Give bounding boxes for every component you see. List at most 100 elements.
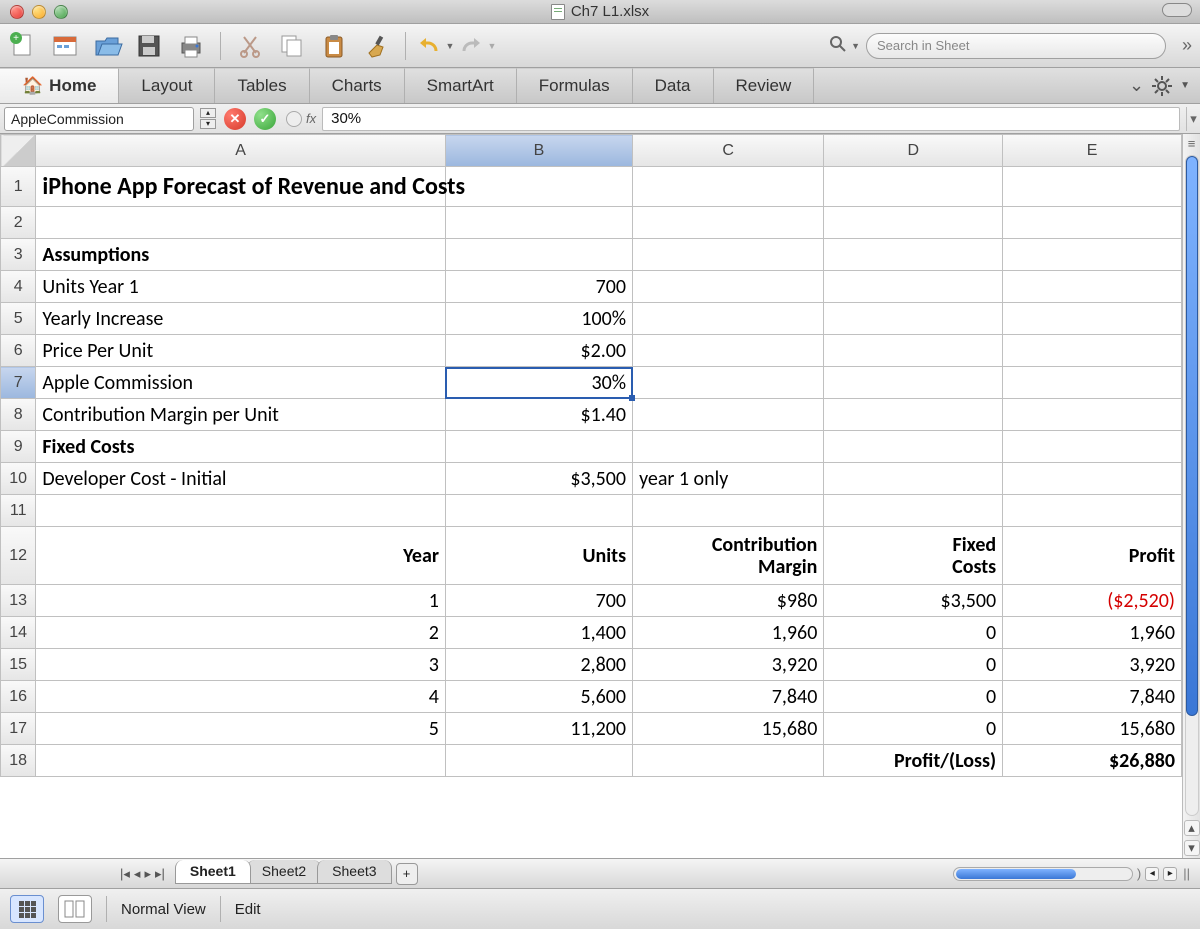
- cell-E11[interactable]: [1003, 495, 1182, 527]
- row-header-16[interactable]: 16: [1, 681, 36, 713]
- cell-C8[interactable]: [633, 399, 824, 431]
- cell-B10[interactable]: $3,500: [445, 463, 632, 495]
- cell-D12[interactable]: FixedCosts: [824, 527, 1003, 585]
- cell-B9[interactable]: [445, 431, 632, 463]
- cell-D11[interactable]: [824, 495, 1003, 527]
- sheet-nav-arrows[interactable]: |◂◂▸▸|: [0, 866, 175, 882]
- cell-E13[interactable]: ($2,520): [1003, 585, 1182, 617]
- search-input[interactable]: Search in Sheet: [866, 33, 1166, 59]
- cell-A13[interactable]: 1: [36, 585, 446, 617]
- cell-B1[interactable]: [445, 167, 632, 207]
- paste-button[interactable]: [319, 31, 349, 61]
- new-doc-button[interactable]: +: [8, 31, 38, 61]
- horizontal-scrollbar[interactable]: ) ◂ ▸ ||: [953, 866, 1200, 881]
- cell-A2[interactable]: [36, 207, 446, 239]
- cell-C11[interactable]: [633, 495, 824, 527]
- cell-A1[interactable]: iPhone App Forecast of Revenue and Costs: [36, 167, 446, 207]
- scroll-left-button[interactable]: ◂: [1145, 867, 1159, 881]
- add-sheet-button[interactable]: +: [396, 863, 418, 885]
- row-header-3[interactable]: 3: [1, 239, 36, 271]
- ribbon-tab-formulas[interactable]: Formulas: [517, 68, 633, 103]
- cell-C15[interactable]: 3,920: [633, 649, 824, 681]
- column-header-C[interactable]: C: [633, 135, 824, 167]
- cell-D3[interactable]: [824, 239, 1003, 271]
- cell-E15[interactable]: 3,920: [1003, 649, 1182, 681]
- row-header-8[interactable]: 8: [1, 399, 36, 431]
- row-header-15[interactable]: 15: [1, 649, 36, 681]
- cell-D7[interactable]: [824, 367, 1003, 399]
- cell-A7[interactable]: Apple Commission: [36, 367, 446, 399]
- cell-D13[interactable]: $3,500: [824, 585, 1003, 617]
- cell-A17[interactable]: 5: [36, 713, 446, 745]
- column-header-A[interactable]: A: [36, 135, 446, 167]
- cell-C12[interactable]: ContributionMargin: [633, 527, 824, 585]
- cell-E18[interactable]: $26,880: [1003, 745, 1182, 777]
- cell-B18[interactable]: [445, 745, 632, 777]
- formula-input[interactable]: 30%: [322, 107, 1180, 131]
- cell-E14[interactable]: 1,960: [1003, 617, 1182, 649]
- cell-D4[interactable]: [824, 271, 1003, 303]
- scroll-right-button[interactable]: ▸: [1163, 867, 1177, 881]
- cell-B7[interactable]: 30%: [445, 367, 632, 399]
- ribbon-tab-data[interactable]: Data: [633, 68, 714, 103]
- ribbon-tab-smartart[interactable]: SmartArt: [405, 68, 517, 103]
- column-header-B[interactable]: B: [445, 135, 632, 167]
- cell-C9[interactable]: [633, 431, 824, 463]
- cell-C3[interactable]: [633, 239, 824, 271]
- column-header-D[interactable]: D: [824, 135, 1003, 167]
- window-pill-button[interactable]: [1162, 3, 1192, 17]
- cell-A3[interactable]: Assumptions: [36, 239, 446, 271]
- row-header-13[interactable]: 13: [1, 585, 36, 617]
- cell-A9[interactable]: Fixed Costs: [36, 431, 446, 463]
- row-header-14[interactable]: 14: [1, 617, 36, 649]
- cell-C7[interactable]: [633, 367, 824, 399]
- cell-D5[interactable]: [824, 303, 1003, 335]
- cell-B12[interactable]: Units: [445, 527, 632, 585]
- cut-button[interactable]: [235, 31, 265, 61]
- cell-A14[interactable]: 2: [36, 617, 446, 649]
- save-button[interactable]: [134, 31, 164, 61]
- cell-E9[interactable]: [1003, 431, 1182, 463]
- cell-B2[interactable]: [445, 207, 632, 239]
- cell-B4[interactable]: 700: [445, 271, 632, 303]
- cell-A5[interactable]: Yearly Increase: [36, 303, 446, 335]
- expand-toolbar-button[interactable]: »: [1182, 35, 1192, 56]
- vscroll-thumb[interactable]: [1186, 156, 1198, 716]
- cell-C2[interactable]: [633, 207, 824, 239]
- ribbon-tab-layout[interactable]: Layout: [119, 68, 215, 103]
- cell-C18[interactable]: [633, 745, 824, 777]
- gear-icon[interactable]: [1152, 76, 1172, 96]
- row-header-18[interactable]: 18: [1, 745, 36, 777]
- cell-B17[interactable]: 11,200: [445, 713, 632, 745]
- cell-C4[interactable]: [633, 271, 824, 303]
- cell-B15[interactable]: 2,800: [445, 649, 632, 681]
- cell-E7[interactable]: [1003, 367, 1182, 399]
- name-box-stepper[interactable]: ▴▾: [200, 108, 216, 129]
- fx-button[interactable]: fx: [286, 111, 316, 127]
- row-header-1[interactable]: 1: [1, 167, 36, 207]
- ribbon-tab-review[interactable]: Review: [714, 68, 815, 103]
- cell-D6[interactable]: [824, 335, 1003, 367]
- cell-D10[interactable]: [824, 463, 1003, 495]
- row-header-17[interactable]: 17: [1, 713, 36, 745]
- cell-C5[interactable]: [633, 303, 824, 335]
- format-painter-button[interactable]: [361, 31, 391, 61]
- cell-B6[interactable]: $2.00: [445, 335, 632, 367]
- cell-B13[interactable]: 700: [445, 585, 632, 617]
- cell-A18[interactable]: [36, 745, 446, 777]
- print-button[interactable]: [176, 31, 206, 61]
- zoom-window-button[interactable]: [54, 5, 68, 19]
- cell-D9[interactable]: [824, 431, 1003, 463]
- cell-C14[interactable]: 1,960: [633, 617, 824, 649]
- cell-E3[interactable]: [1003, 239, 1182, 271]
- normal-view-button[interactable]: [10, 895, 44, 923]
- cell-B16[interactable]: 5,600: [445, 681, 632, 713]
- cell-E1[interactable]: [1003, 167, 1182, 207]
- ribbon-tab-tables[interactable]: Tables: [215, 68, 309, 103]
- cell-C16[interactable]: 7,840: [633, 681, 824, 713]
- formula-expand-button[interactable]: ▾: [1186, 107, 1200, 131]
- search-icon[interactable]: ▼: [829, 35, 860, 56]
- cell-C10[interactable]: year 1 only: [633, 463, 824, 495]
- scroll-down-button[interactable]: ▾: [1184, 840, 1200, 856]
- cell-D8[interactable]: [824, 399, 1003, 431]
